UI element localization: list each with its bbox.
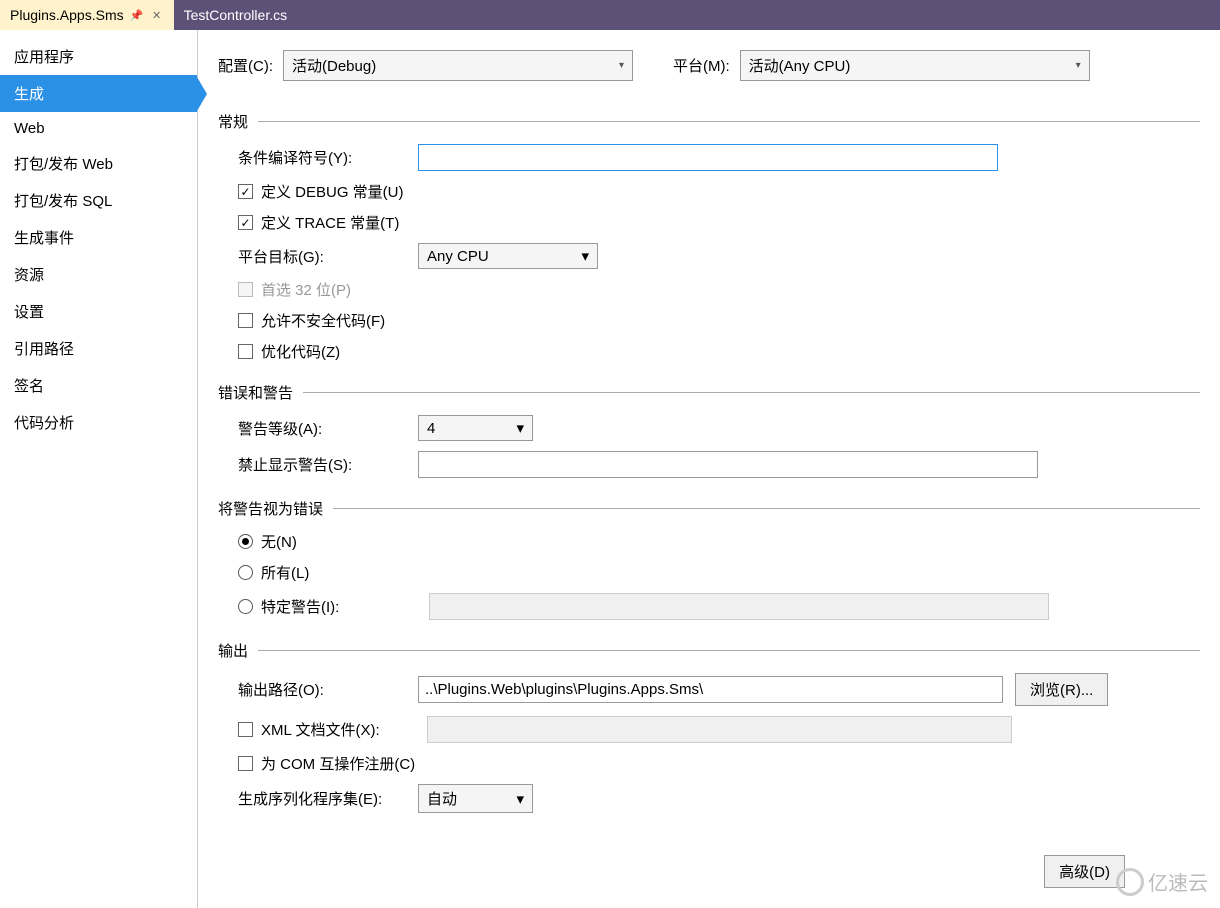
xml-doc-path-input xyxy=(427,716,1012,743)
platform-label: 平台(M): xyxy=(673,55,730,76)
radio-none[interactable] xyxy=(238,534,253,549)
watermark: 亿速云 xyxy=(1116,867,1208,896)
close-icon[interactable]: ✕ xyxy=(150,8,164,22)
configuration-dropdown[interactable]: 活动(Debug) ▾ xyxy=(283,50,633,81)
sidebar-item-package-sql[interactable]: 打包/发布 SQL xyxy=(0,182,197,219)
sidebar-item-resources[interactable]: 资源 xyxy=(0,256,197,293)
tab-plugins-apps-sms[interactable]: Plugins.Apps.Sms 📌 ✕ xyxy=(0,0,174,30)
checkbox-com-register[interactable] xyxy=(238,756,253,771)
checkbox-define-debug[interactable]: ✓ xyxy=(238,184,253,199)
chevron-down-icon: ▾ xyxy=(516,790,524,808)
checkbox-allow-unsafe[interactable] xyxy=(238,313,253,328)
tab-label: Plugins.Apps.Sms xyxy=(10,7,124,23)
sidebar-item-reference-paths[interactable]: 引用路径 xyxy=(0,330,197,367)
pin-icon[interactable]: 📌 xyxy=(130,8,144,22)
sidebar-item-build-events[interactable]: 生成事件 xyxy=(0,219,197,256)
chevron-down-icon: ▾ xyxy=(516,419,524,437)
warning-level-label: 警告等级(A): xyxy=(238,418,418,439)
chevron-down-icon: ▾ xyxy=(581,247,589,265)
advanced-button[interactable]: 高级(D) xyxy=(1044,855,1125,888)
warning-level-dropdown[interactable]: 4 ▾ xyxy=(418,415,533,441)
configuration-label: 配置(C): xyxy=(218,55,273,76)
suppress-warnings-input[interactable] xyxy=(418,451,1038,478)
chevron-down-icon: ▾ xyxy=(1076,60,1081,71)
section-general-title: 常规 xyxy=(218,111,248,132)
serialization-dropdown[interactable]: 自动 ▾ xyxy=(418,784,533,813)
conditional-symbols-label: 条件编译符号(Y): xyxy=(238,147,418,168)
section-treat-warnings-title: 将警告视为错误 xyxy=(218,498,323,519)
checkbox-optimize[interactable] xyxy=(238,344,253,359)
sidebar-item-build[interactable]: 生成 xyxy=(0,75,197,112)
specific-warnings-input xyxy=(429,593,1049,620)
checkbox-prefer-32bit xyxy=(238,282,253,297)
sidebar-item-package-web[interactable]: 打包/发布 Web xyxy=(0,145,197,182)
sidebar-item-code-analysis[interactable]: 代码分析 xyxy=(0,404,197,441)
output-path-input[interactable] xyxy=(418,676,1003,703)
serialization-label: 生成序列化程序集(E): xyxy=(238,788,418,809)
watermark-logo-icon xyxy=(1116,868,1144,896)
tab-testcontroller[interactable]: TestController.cs xyxy=(174,0,297,30)
radio-all[interactable] xyxy=(238,565,253,580)
build-settings-panel: 配置(C): 活动(Debug) ▾ 平台(M): 活动(Any CPU) ▾ … xyxy=(198,30,1220,908)
suppress-warnings-label: 禁止显示警告(S): xyxy=(238,454,418,475)
checkbox-xml-doc[interactable] xyxy=(238,722,253,737)
sidebar-item-signing[interactable]: 签名 xyxy=(0,367,197,404)
output-path-label: 输出路径(O): xyxy=(238,679,418,700)
platform-dropdown[interactable]: 活动(Any CPU) ▾ xyxy=(740,50,1090,81)
platform-target-dropdown[interactable]: Any CPU ▾ xyxy=(418,243,598,269)
sidebar-item-application[interactable]: 应用程序 xyxy=(0,38,197,75)
platform-target-label: 平台目标(G): xyxy=(238,246,418,267)
checkbox-define-trace[interactable]: ✓ xyxy=(238,215,253,230)
radio-specific[interactable] xyxy=(238,599,253,614)
project-properties-sidebar: 应用程序 生成 Web 打包/发布 Web 打包/发布 SQL 生成事件 资源 … xyxy=(0,30,198,908)
sidebar-item-web[interactable]: Web xyxy=(0,112,197,145)
chevron-down-icon: ▾ xyxy=(619,60,624,71)
section-output-title: 输出 xyxy=(218,640,248,661)
browse-button[interactable]: 浏览(R)... xyxy=(1015,673,1108,706)
conditional-symbols-input[interactable] xyxy=(418,144,998,171)
tab-label: TestController.cs xyxy=(184,7,287,23)
tab-bar: Plugins.Apps.Sms 📌 ✕ TestController.cs xyxy=(0,0,1220,30)
section-warnings-title: 错误和警告 xyxy=(218,382,293,403)
sidebar-item-settings[interactable]: 设置 xyxy=(0,293,197,330)
